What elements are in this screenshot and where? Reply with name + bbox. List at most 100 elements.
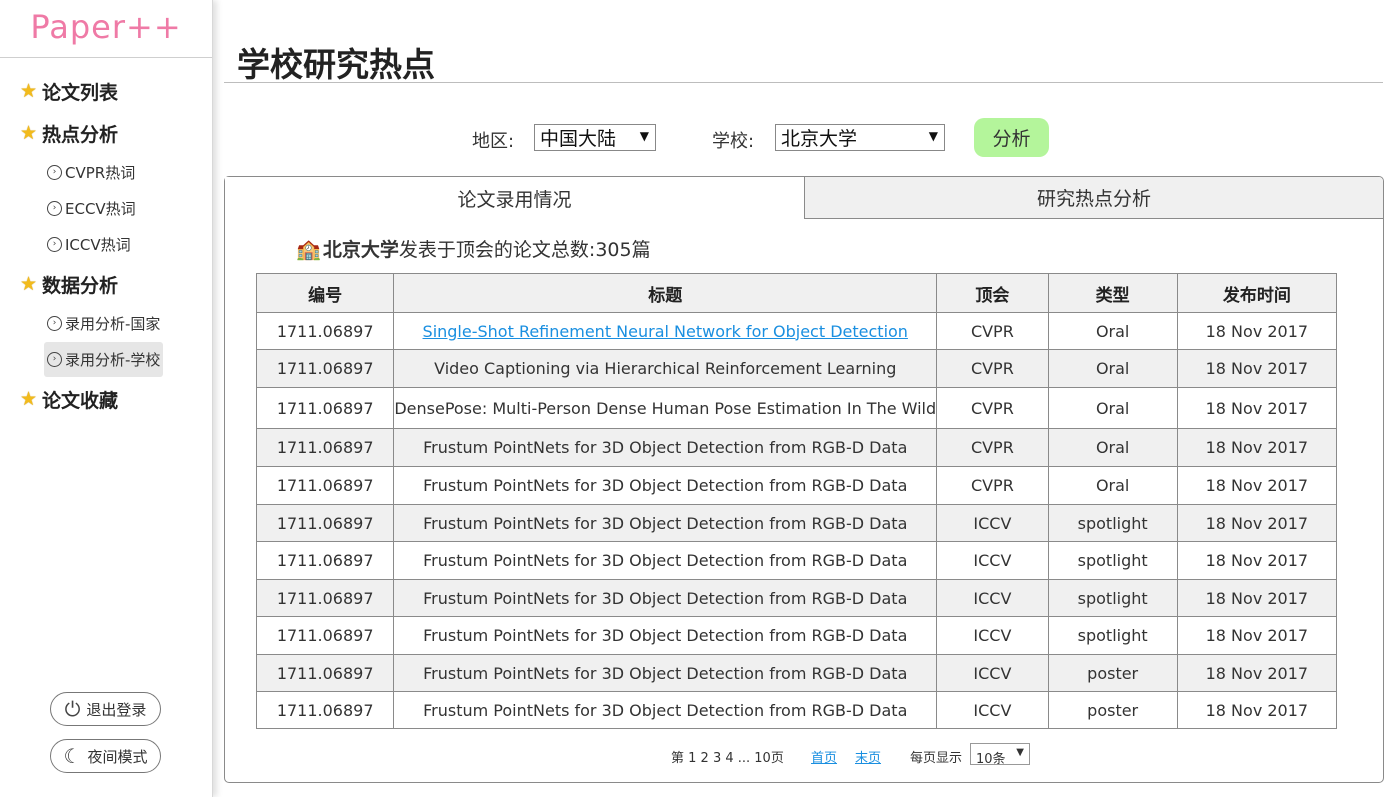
- table-cell: Frustum PointNets for 3D Object Detectio…: [393, 504, 938, 542]
- tab-research-hotspots[interactable]: 研究热点分析: [805, 177, 1383, 219]
- region-select[interactable]: 中国大陆 ▼: [534, 124, 656, 151]
- table-row: 1711.06897 Frustum PointNets for 3D Objec…: [255, 691, 1338, 729]
- table-cell: Frustum PointNets for 3D Object Detectio…: [393, 654, 938, 692]
- sidebar-item-label: ECCV热词: [65, 200, 136, 218]
- per-page-label: 每页显示: [910, 751, 963, 766]
- table-cell: Oral: [1047, 428, 1178, 467]
- paper-title-link[interactable]: Single-Shot Refinement Neural Network fo…: [423, 322, 908, 341]
- school-label: 学校:: [712, 131, 755, 152]
- table-cell: 1711.06897: [255, 541, 395, 580]
- paper-count-summary: 🏫 北京大学 发表于顶会的论文总数:305篇: [296, 235, 651, 262]
- region-select-value: 中国大陆: [540, 128, 617, 150]
- table-cell: 18 Nov 2017: [1176, 541, 1338, 580]
- power-icon: ⏻: [64, 697, 81, 721]
- table-cell: Oral: [1047, 312, 1178, 350]
- table-cell: CVPR: [936, 466, 1049, 505]
- table-body: 1711.06897 Single-Shot Refinement Neural …: [255, 312, 1338, 729]
- table-row: 1711.06897 Frustum PointNets for 3D Objec…: [255, 504, 1338, 542]
- chevron-circle-icon: ›: [47, 316, 62, 331]
- sidebar-item-data-analysis[interactable]: ★ 数据分析: [0, 263, 212, 305]
- column-header: 编号: [255, 273, 395, 313]
- table-cell: 18 Nov 2017: [1176, 387, 1338, 429]
- region-label: 地区:: [472, 131, 515, 152]
- logout-label: 退出登录: [86, 700, 147, 719]
- table-cell: CVPR: [936, 312, 1049, 350]
- logout-button[interactable]: ⏻ 退出登录: [50, 692, 161, 726]
- table-cell: poster: [1047, 654, 1178, 692]
- table-cell: 1711.06897: [255, 428, 395, 467]
- per-page-value: 10条: [976, 752, 1006, 767]
- table-cell: spotlight: [1047, 541, 1178, 580]
- table-cell: DensePose: Multi-Person Dense Human Pose…: [393, 387, 938, 429]
- sidebar-item-label: ICCV热词: [65, 236, 131, 254]
- pagination: 第 1 2 3 4 ... 10页 首页 末页 每页显示 10条 ▼: [225, 743, 1385, 767]
- last-page-link[interactable]: 末页: [855, 747, 881, 766]
- table-cell: spotlight: [1047, 579, 1178, 617]
- sidebar-item-accept-school[interactable]: › 录用分析-学校: [44, 342, 164, 377]
- table-cell: 18 Nov 2017: [1176, 349, 1338, 388]
- table-cell: ICCV: [936, 691, 1049, 729]
- summary-school-name: 北京大学: [322, 239, 399, 261]
- table-cell: Frustum PointNets for 3D Object Detectio…: [393, 616, 938, 655]
- table-row: 1711.06897 Frustum PointNets for 3D Objec…: [255, 466, 1338, 505]
- table-header-row: 编号 标题 顶会 类型 发布时间: [255, 273, 1338, 313]
- sidebar-item-paper-list[interactable]: ★ 论文列表: [0, 70, 212, 112]
- table-row: 1711.06897 Frustum PointNets for 3D Objec…: [255, 616, 1338, 655]
- table-cell: Frustum PointNets for 3D Object Detectio…: [393, 579, 938, 617]
- results-panel: 论文录用情况 研究热点分析 🏫 北京大学 发表于顶会的论文总数:305篇 编号标…: [224, 176, 1384, 783]
- star-icon: ★: [20, 388, 38, 410]
- analyze-button[interactable]: 分析: [974, 118, 1049, 157]
- table-row: 1711.06897 Frustum PointNets for 3D Objec…: [255, 541, 1338, 580]
- table-cell: 18 Nov 2017: [1176, 312, 1338, 350]
- table-cell: 1711.06897: [255, 466, 395, 505]
- chevron-circle-icon: ›: [47, 165, 62, 180]
- dropdown-arrow-icon: ▼: [1016, 747, 1024, 758]
- table-cell: 18 Nov 2017: [1176, 466, 1338, 505]
- table-cell: Video Captioning via Hierarchical Reinfo…: [393, 349, 938, 388]
- table-row: 1711.06897 Frustum PointNets for 3D Objec…: [255, 654, 1338, 692]
- sidebar-item-label: 论文列表: [42, 81, 119, 104]
- sidebar-item-accept-country[interactable]: › 录用分析-国家: [44, 306, 163, 341]
- sidebar-item-favorites[interactable]: ★ 论文收藏: [0, 378, 212, 420]
- table-cell: ICCV: [936, 654, 1049, 692]
- chevron-circle-icon: ›: [47, 201, 62, 216]
- table-cell: Frustum PointNets for 3D Object Detectio…: [393, 466, 938, 505]
- sidebar-item-cvpr-hotwords[interactable]: › CVPR热词: [44, 155, 138, 190]
- chevron-circle-icon: ›: [47, 237, 62, 252]
- table-cell: ICCV: [936, 504, 1049, 542]
- table-row: 1711.06897 Single-Shot Refinement Neural …: [255, 312, 1338, 350]
- sidebar-item-label: 录用分析-国家: [65, 315, 161, 333]
- papers-table: 编号 标题 顶会 类型 发布时间 1711.06897 Single-Shot Refin…: [255, 273, 1338, 729]
- table-row: 1711.06897 Frustum PointNets for 3D Objec…: [255, 579, 1338, 617]
- table-cell: Single-Shot Refinement Neural Network fo…: [393, 312, 938, 350]
- page-numbers[interactable]: 第 1 2 3 4 ... 10页: [671, 747, 784, 766]
- table-cell: 1711.06897: [255, 312, 395, 350]
- table-row: 1711.06897 DensePose: Multi-Person Dense …: [255, 387, 1338, 429]
- per-page-select[interactable]: 10条 ▼: [970, 743, 1030, 767]
- column-header: 顶会: [936, 273, 1049, 313]
- table-cell: Oral: [1047, 387, 1178, 429]
- summary-text: 发表于顶会的论文总数:305篇: [398, 239, 651, 261]
- table-cell: Frustum PointNets for 3D Object Detectio…: [393, 428, 938, 467]
- table-cell: 1711.06897: [255, 616, 395, 655]
- dropdown-arrow-icon: ▼: [639, 129, 649, 143]
- table-cell: spotlight: [1047, 616, 1178, 655]
- sidebar-item-iccv-hotwords[interactable]: › ICCV热词: [44, 227, 134, 262]
- first-page-link[interactable]: 首页: [811, 747, 837, 766]
- column-header: 标题: [393, 273, 938, 313]
- title-divider: [224, 82, 1383, 83]
- sidebar-item-label: 论文收藏: [42, 389, 119, 412]
- table-cell: 18 Nov 2017: [1176, 579, 1338, 617]
- app-logo: Paper++: [0, 0, 212, 58]
- school-select[interactable]: 北京大学 ▼: [775, 124, 945, 151]
- table-cell: CVPR: [936, 428, 1049, 467]
- sidebar-item-eccv-hotwords[interactable]: › ECCV热词: [44, 191, 139, 226]
- night-mode-button[interactable]: ☾ 夜间模式: [50, 739, 161, 773]
- table-cell: CVPR: [936, 349, 1049, 388]
- tab-paper-acceptance[interactable]: 论文录用情况: [225, 177, 805, 219]
- table-cell: 18 Nov 2017: [1176, 504, 1338, 542]
- star-icon: ★: [20, 80, 38, 102]
- star-icon: ★: [20, 273, 38, 295]
- table-row: 1711.06897 Video Captioning via Hierarchi…: [255, 349, 1338, 388]
- table-cell: Oral: [1047, 466, 1178, 505]
